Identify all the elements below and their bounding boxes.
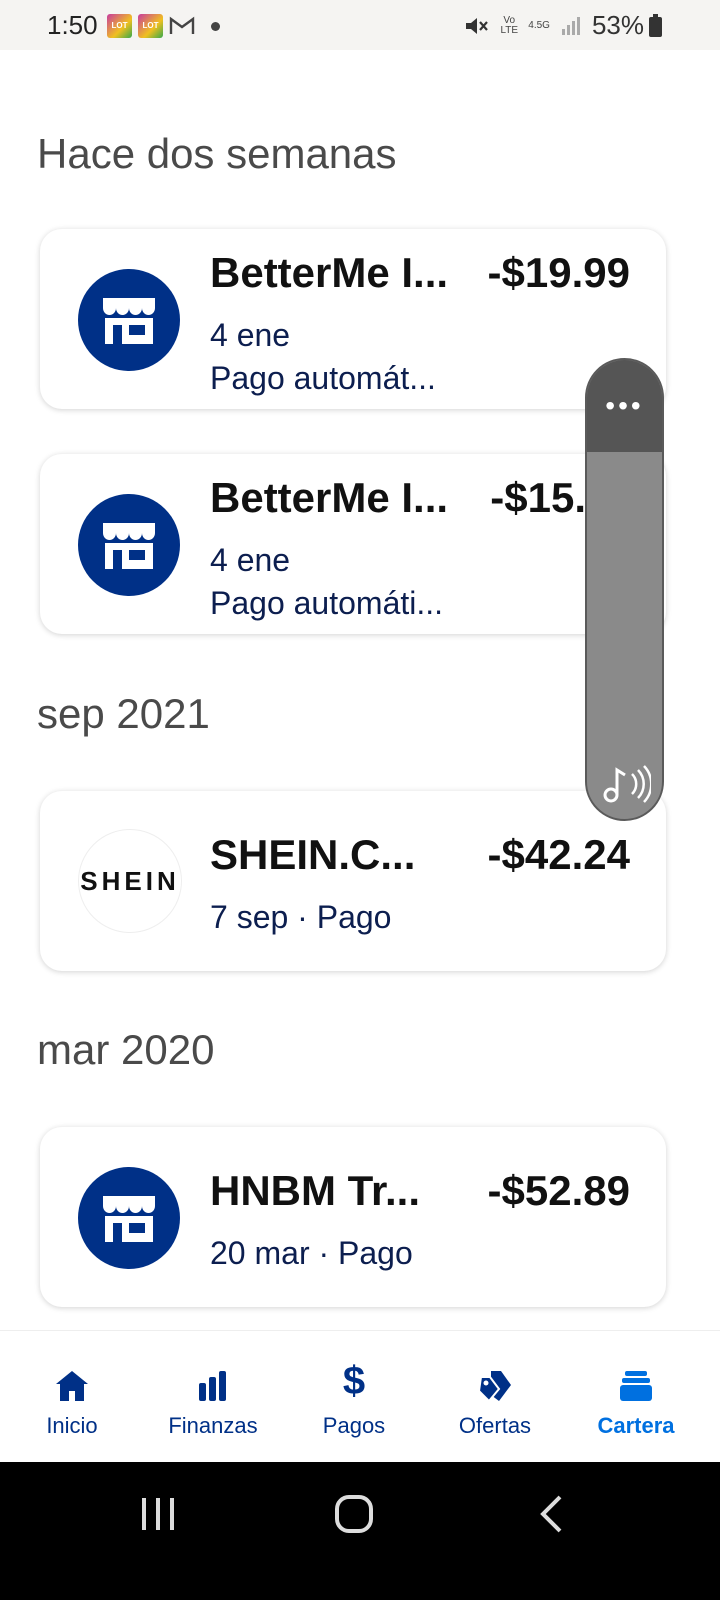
home-button[interactable] (334, 1494, 374, 1534)
battery-icon (649, 14, 662, 37)
bar-chart-icon (199, 1371, 226, 1401)
signal-icon (561, 16, 580, 35)
dollar-icon: $ (342, 1359, 366, 1403)
merchant-name: HNBM Tr... (210, 1167, 421, 1214)
tab-label: Finanzas (168, 1413, 258, 1438)
more-options-button[interactable]: ••• (587, 360, 662, 452)
more-notifications-icon (211, 21, 220, 31)
transaction-date: 4 ene (210, 542, 291, 578)
lottery-app-icon: LOT (107, 14, 132, 38)
recent-apps-button[interactable] (140, 1496, 176, 1532)
notification-icons: LOT LOT (107, 14, 220, 38)
section-title: sep 2021 (37, 690, 210, 737)
transaction-amount: -$42.24 (487, 831, 630, 878)
system-navigation-bar (0, 1462, 720, 1600)
network-type: 4.5G (528, 19, 550, 31)
store-icon (78, 1167, 180, 1269)
transaction-card[interactable]: BetterMe I... -$19.99 4 ene Pago automát… (40, 229, 666, 409)
store-icon (78, 494, 180, 596)
transaction-card[interactable]: SHEIN SHEIN.C... -$42.24 7 sep · Pago (40, 791, 666, 971)
gmail-icon (169, 16, 195, 34)
floating-side-panel[interactable]: ••• (585, 358, 664, 821)
tab-finanzas[interactable]: Finanzas (141, 1331, 285, 1463)
transaction-date-detail: 20 mar · Pago (210, 1235, 413, 1271)
tab-pagos[interactable]: $ Pagos (282, 1331, 426, 1463)
transaction-amount: -$19.99 (487, 249, 630, 296)
wallet-icon (620, 1371, 652, 1401)
tags-icon (477, 1371, 511, 1403)
transaction-date: 4 ene (210, 317, 291, 353)
battery-percent: 53% (591, 10, 644, 40)
back-button[interactable] (538, 1494, 564, 1534)
tab-ofertas[interactable]: Ofertas (423, 1331, 567, 1463)
merchant-name: SHEIN.C... (210, 831, 416, 878)
merchant-name: BetterMe I... (210, 474, 449, 521)
shein-logo: SHEIN (78, 829, 182, 933)
transaction-amount: -$52.89 (487, 1167, 630, 1214)
status-right: Vo LTE 4.5G 53% (464, 10, 660, 41)
transaction-card[interactable]: BetterMe I... -$15. 4 ene Pago automáti.… (40, 454, 666, 634)
transaction-detail: Pago automáti... (210, 585, 444, 621)
store-icon (78, 269, 180, 371)
section-title: mar 2020 (37, 1026, 215, 1073)
bottom-tab-bar: Inicio Finanzas $ Pagos Ofertas Cartera (0, 1330, 720, 1463)
home-icon (56, 1371, 88, 1401)
transaction-detail: Pago automát... (210, 360, 436, 396)
status-bar: 1:50 LOT LOT Vo LTE 4.5G 53% (0, 0, 720, 50)
volte-indicator: Vo LTE (500, 14, 519, 36)
lottery-app-icon: LOT (138, 14, 163, 38)
tab-label: Inicio (46, 1413, 98, 1438)
section-title: Hace dos semanas (37, 130, 397, 177)
tab-cartera[interactable]: Cartera (564, 1331, 708, 1463)
sound-icon[interactable] (587, 759, 662, 809)
transaction-date-detail: 7 sep · Pago (210, 899, 392, 935)
tab-label: Pagos (322, 1413, 386, 1438)
merchant-name: BetterMe I... (210, 249, 449, 296)
tab-label: Ofertas (458, 1413, 532, 1438)
transaction-card[interactable]: HNBM Tr... -$52.89 20 mar · Pago (40, 1127, 666, 1307)
tab-inicio[interactable]: Inicio (0, 1331, 144, 1463)
transaction-amount: -$15. (490, 474, 586, 521)
mute-icon (466, 17, 489, 34)
tab-label: Cartera (597, 1413, 675, 1438)
status-time: 1:50 (47, 10, 98, 40)
